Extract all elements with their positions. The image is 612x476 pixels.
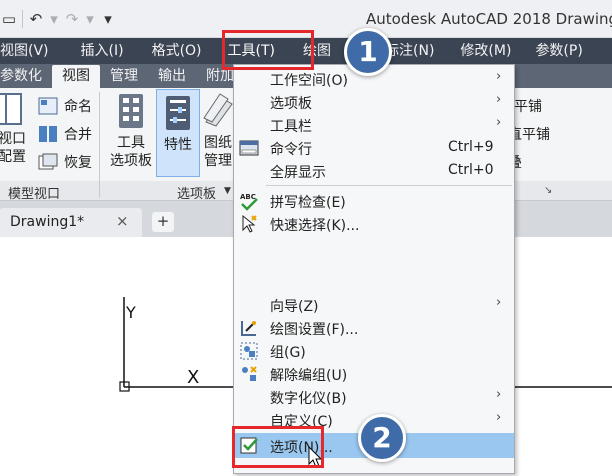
- menu-item-palettes[interactable]: 选项板 ›: [234, 90, 514, 113]
- named-viewports-button[interactable]: 命名: [38, 96, 92, 116]
- sheet-manager-label: 管理: [204, 153, 232, 169]
- drafting-settings-icon: [241, 321, 256, 336]
- menu-modify[interactable]: 修改(M): [450, 38, 525, 64]
- submenu-arrow-icon: ›: [496, 410, 502, 425]
- submenu-arrow-icon: ›: [496, 387, 502, 402]
- x-axis-label: X: [187, 367, 200, 388]
- tab-view[interactable]: 视图: [52, 65, 100, 88]
- spell-check-icon: ABC: [240, 193, 258, 211]
- submenu-arrow-icon: ›: [496, 69, 502, 84]
- named-label: 命名: [64, 99, 92, 115]
- menu-item-label: 组(G): [270, 345, 306, 361]
- menu-parametric[interactable]: 参数(P): [525, 38, 592, 64]
- tab-parametric[interactable]: 参数化: [0, 65, 52, 88]
- menu-view[interactable]: 视图(V): [0, 38, 71, 64]
- menu-item-label: 工作空间(O): [270, 73, 348, 89]
- step-1-badge: 1: [344, 28, 392, 76]
- panel-label-palettes[interactable]: 选项板: [177, 183, 216, 202]
- panel-launcher-icon[interactable]: ↘: [544, 185, 552, 196]
- save-icon[interactable]: ▭: [0, 10, 18, 28]
- menu-format[interactable]: 格式(O): [142, 38, 218, 64]
- menu-item-clean-screen[interactable]: 全屏显示 Ctrl+0: [234, 159, 514, 182]
- redo-dropdown-icon[interactable]: ▾: [81, 10, 99, 28]
- menu-item-label: 向导(Z): [270, 299, 319, 315]
- svg-text:ABC: ABC: [240, 193, 256, 201]
- menu-separator: [266, 185, 512, 186]
- submenu-arrow-icon: ›: [496, 295, 502, 310]
- submenu-arrow-icon: ›: [496, 115, 502, 130]
- customize-qat-icon[interactable]: ▾: [99, 10, 117, 28]
- menu-item-wizards[interactable]: 向导(Z) ›: [234, 293, 514, 316]
- tile-horizontal-button[interactable]: 平铺: [514, 96, 542, 116]
- menu-item-quick-select[interactable]: 快速选择(K)...: [234, 212, 514, 235]
- command-line-icon: [239, 140, 259, 156]
- quick-access-toolbar: ▭ ↶ ▾ ↷ ▾ ▾: [0, 7, 117, 31]
- menu-item-label: 数字化仪(B): [270, 391, 347, 407]
- window-title: Autodesk AutoCAD 2018 Drawing: [366, 10, 612, 28]
- tools-dropdown-menu: 工作空间(O) › 选项板 › 工具栏 › 命令行 Ctrl+9 全屏显示 Ct…: [233, 64, 515, 474]
- tools-label: 工具: [117, 135, 145, 151]
- menu-item-drafting-settings[interactable]: 绘图设置(F)...: [234, 316, 514, 339]
- group-icon: [240, 342, 258, 360]
- named-viewport-icon: [38, 97, 58, 115]
- tool-palettes-button[interactable]: 工具 选项板: [106, 92, 156, 170]
- panel-label-model-viewports: 模型视口: [8, 187, 61, 202]
- undo-dropdown-icon[interactable]: ▾: [45, 10, 63, 28]
- menu-item-toolbars[interactable]: 工具栏 ›: [234, 113, 514, 136]
- tool-palettes-icon: [119, 94, 143, 128]
- properties-icon: [166, 96, 190, 130]
- restore-icon: [38, 153, 58, 170]
- tab-manage[interactable]: 管理: [100, 65, 148, 88]
- menu-item-label: 绘图设置(F)...: [270, 322, 359, 338]
- properties-label: 特性: [164, 137, 192, 153]
- menu-item-label: 选项板: [270, 96, 312, 112]
- join-icon: [39, 126, 57, 142]
- menu-item-label: 全屏显示: [270, 165, 326, 181]
- viewport-config-label: 配置: [0, 149, 26, 165]
- menu-item-label: 拼写检查(E): [270, 195, 346, 211]
- menu-item-label: 工具栏: [270, 119, 312, 135]
- close-tab-icon[interactable]: ×: [116, 212, 129, 230]
- palettes-label: 选项板: [110, 153, 152, 169]
- menu-item-command-line[interactable]: 命令行 Ctrl+9: [234, 136, 514, 159]
- menu-item-ungroup[interactable]: 解除编组(U): [234, 362, 514, 385]
- new-tab-button[interactable]: +: [152, 212, 174, 232]
- ungroup-icon: [242, 366, 257, 381]
- drawing-tab-label: Drawing1*: [10, 214, 85, 230]
- callout-box-options: [232, 426, 324, 468]
- sheet-set-manager-button[interactable]: 图纸 管理: [200, 92, 236, 170]
- undo-icon[interactable]: ↶: [27, 10, 45, 28]
- properties-button[interactable]: 特性: [156, 89, 200, 177]
- callout-box-tools-menu: [222, 30, 314, 70]
- menu-item-label: 命令行: [270, 142, 312, 158]
- join-viewports-button[interactable]: 合并: [38, 124, 92, 144]
- menu-item-label: 解除编组(U): [270, 368, 348, 384]
- y-axis-label: Y: [126, 303, 136, 322]
- restore-label: 恢复: [64, 155, 92, 171]
- viewport-label: 视口: [0, 131, 26, 147]
- menu-item-shortcut: Ctrl+0: [448, 162, 494, 178]
- menu-insert[interactable]: 插入(I): [71, 38, 142, 64]
- panel-divider: [99, 92, 100, 198]
- menu-item-group[interactable]: 组(G): [234, 339, 514, 362]
- viewport-icon: [0, 93, 22, 125]
- merge-label: 合并: [64, 127, 92, 143]
- submenu-arrow-icon: ›: [496, 92, 502, 107]
- restore-viewports-button[interactable]: 恢复: [38, 152, 92, 172]
- menu-item-spell-check[interactable]: ABC 拼写检查(E): [234, 189, 514, 212]
- tile-label: 平铺: [514, 99, 542, 115]
- step-2-badge: 2: [358, 414, 406, 462]
- tab-output[interactable]: 输出: [148, 65, 196, 88]
- menu-item-tablet[interactable]: 数字化仪(B) ›: [234, 385, 514, 408]
- menu-item-label: 快速选择(K)...: [270, 218, 360, 234]
- sheet-label: 图纸: [204, 135, 232, 151]
- panel-expand-icon[interactable]: ▼: [224, 186, 231, 196]
- tab-drawing1[interactable]: Drawing1* ×: [0, 208, 142, 237]
- sheet-set-icon: [203, 93, 233, 127]
- viewport-config-button[interactable]: 视口 配置: [0, 92, 26, 166]
- redo-icon[interactable]: ↷: [63, 10, 81, 28]
- quick-select-icon: [242, 214, 257, 233]
- menu-item-shortcut: Ctrl+9: [448, 139, 494, 155]
